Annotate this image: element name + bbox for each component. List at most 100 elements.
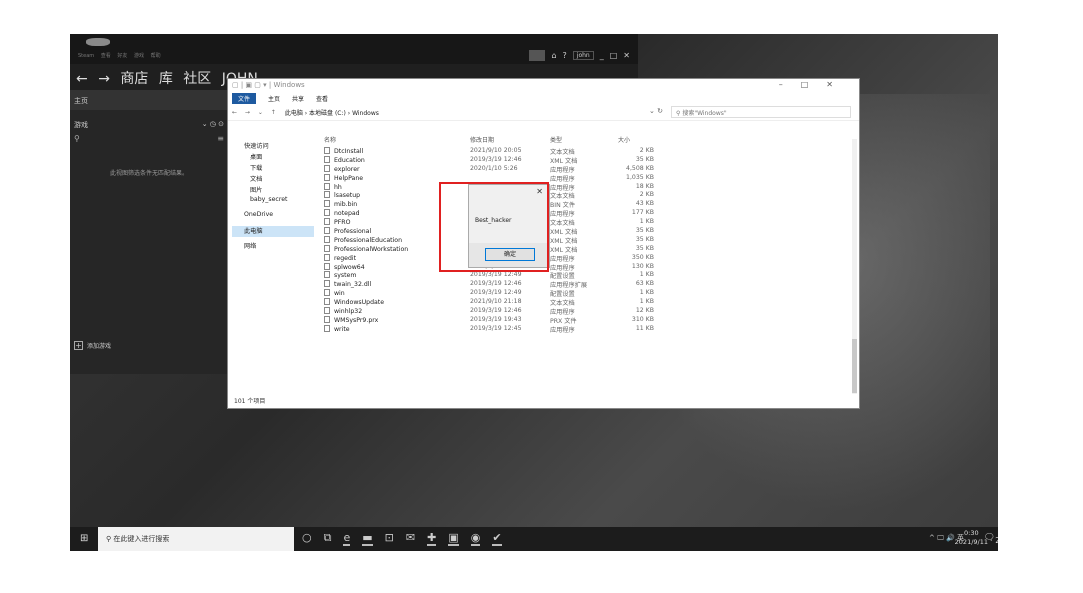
taskbar-search-placeholder: 在此键入进行搜索 <box>113 535 170 543</box>
bell-icon[interactable]: ⌂ <box>551 51 556 60</box>
file-type: 应用程序 <box>550 211 575 219</box>
help-icon[interactable]: ? <box>563 51 567 60</box>
file-name: splwow64 <box>324 262 365 271</box>
file-icon <box>324 253 330 261</box>
steam-taskbar-icon[interactable]: ◉ <box>470 531 481 546</box>
file-name: winhlp32 <box>324 307 362 315</box>
security-icon[interactable]: ✚ <box>427 531 437 546</box>
steam-menu-item[interactable]: Steam <box>78 53 94 59</box>
file-name: WindowsUpdate <box>324 298 384 306</box>
file-explorer-taskbar-icon[interactable]: ▬ <box>362 531 373 546</box>
windows-start-icon[interactable]: ⊞ <box>80 534 90 544</box>
back-arrow-icon[interactable]: ← <box>76 71 88 87</box>
nav-item-downloads[interactable]: 下载 <box>232 163 314 174</box>
file-row[interactable]: write 2019/3/19 12:45 应用程序 11 KB <box>324 324 664 334</box>
steam-window-controls: ⌂ ? john _ □ ✕ <box>529 50 630 61</box>
scrollbar-thumb[interactable] <box>852 339 857 393</box>
file-size: 2 KB <box>639 147 654 154</box>
maximize-icon[interactable]: □ <box>610 51 618 60</box>
file-icon <box>324 289 330 297</box>
steam-menu-item[interactable]: 帮助 <box>151 53 161 59</box>
steam-menu-item[interactable]: 游戏 <box>134 53 144 59</box>
file-row[interactable]: Education 2019/3/19 12:46 XML 文档 35 KB <box>324 155 664 165</box>
mail-icon[interactable]: ✉ <box>406 531 415 546</box>
games-filter[interactable]: 游戏 ⌄ ◷ ⊙ <box>70 118 228 132</box>
task-view-icon[interactable]: ⧉ <box>324 531 332 546</box>
nav-item-desktop[interactable]: 桌面 <box>232 152 314 163</box>
column-header-date[interactable]: 修改日期 <box>470 135 494 144</box>
steam-menu-item[interactable]: 好友 <box>117 53 127 59</box>
account-menu[interactable]: john <box>572 51 594 60</box>
plus-icon: + <box>74 341 83 350</box>
column-header-size[interactable]: 大小 <box>618 135 630 144</box>
steam-menu-item[interactable]: 查看 <box>101 53 111 59</box>
vertical-scrollbar[interactable] <box>852 139 857 394</box>
file-row[interactable]: explorer 2020/1/10 5:26 应用程序 4,508 KB <box>324 164 664 174</box>
status-bar-count: 101 个项目 <box>234 398 266 405</box>
file-size: 11 KB <box>635 324 654 332</box>
file-row[interactable]: WindowsUpdate 2021/9/10 21:18 文本文档 1 KB <box>324 298 664 307</box>
file-icon <box>324 218 330 226</box>
file-row[interactable]: system 2019/3/19 12:49 配置设置 1 KB <box>324 271 664 280</box>
file-size: 18 KB <box>635 182 654 190</box>
store-icon[interactable]: ⊡ <box>385 531 394 546</box>
file-type: 文本文档 <box>550 220 575 228</box>
cortana-icon[interactable]: ○ <box>302 531 312 546</box>
steam-topbar: Steam 查看 好友 游戏 帮助 ⌂ ? john _ □ ✕ <box>70 34 638 64</box>
nav-library[interactable]: 库 <box>159 71 173 87</box>
file-row[interactable]: win 2019/3/19 12:49 配置设置 1 KB <box>324 289 664 298</box>
file-icon <box>324 271 330 279</box>
nav-item-network[interactable]: 网络 <box>232 241 314 252</box>
file-icon <box>324 244 330 252</box>
breadcrumb[interactable]: 此电脑 › 本地磁盘 (C:) › Windows <box>285 108 379 117</box>
chevron-down-icon[interactable]: ⌄ ◷ ⊙ <box>202 120 224 130</box>
nav-store[interactable]: 商店 <box>120 71 148 87</box>
file-type: 应用程序 <box>550 166 575 174</box>
nav-item-pictures[interactable]: 图片 <box>232 185 314 196</box>
search-icon[interactable]: ⚲ <box>74 134 80 144</box>
library-search[interactable]: ⚲ ≡ <box>70 132 228 146</box>
notification-center-icon[interactable]: 🗨2 <box>984 533 998 545</box>
nav-item-baby-secret[interactable]: baby_secret <box>232 196 314 207</box>
minimize-icon[interactable]: _ <box>600 51 604 60</box>
forward-arrow-icon[interactable]: → <box>98 71 110 87</box>
window-controls[interactable]: –□✕ <box>779 80 851 89</box>
filter-icon[interactable]: ≡ <box>217 134 224 144</box>
taskbar: ⊞ ⚲ 在此键入进行搜索 ○ ⧉ e ▬ ⊡ ✉ ✚ ▣ ◉ ✔ ^ 🖵 🔊 英… <box>70 527 998 551</box>
file-size: 35 KB <box>635 155 654 163</box>
taskbar-search-box[interactable]: ⚲ 在此键入进行搜索 <box>98 527 294 551</box>
file-size: 2 KB <box>639 191 654 199</box>
file-row[interactable]: WMSysPr9.prx 2019/3/19 19:43 PRX 文件 310 KB <box>324 315 664 325</box>
file-type: 文本文档 <box>550 149 575 156</box>
edge-icon[interactable]: e <box>343 531 351 546</box>
column-header-type[interactable]: 类型 <box>550 135 562 144</box>
tab-view[interactable]: 查看 <box>316 94 328 103</box>
file-icon <box>324 155 330 163</box>
nav-item-this-pc[interactable]: 此电脑 <box>232 226 314 237</box>
nav-item-documents[interactable]: 文档 <box>232 174 314 185</box>
nav-item-quick-access[interactable]: 快速访问 <box>232 141 314 152</box>
quick-access-toolbar-icon[interactable]: ▢ | ▣ ▢ ▾ | <box>232 81 273 89</box>
refresh-icon[interactable]: ⌄ ↻ <box>649 107 663 115</box>
notification-icon[interactable] <box>529 50 546 61</box>
file-row[interactable]: DtcInstall 2021/9/10 20:05 文本文档 2 KB <box>324 147 664 156</box>
games-label: 游戏 <box>74 121 88 129</box>
add-game-button[interactable]: + 添加游戏 <box>74 341 111 350</box>
file-row[interactable]: twain_32.dll 2019/3/19 12:46 应用程序扩展 63 KB <box>324 280 664 289</box>
nav-arrows-icon[interactable]: ← → ⌄ ↑ <box>232 109 279 116</box>
checkmark-app-icon[interactable]: ✔ <box>492 531 502 546</box>
file-type: 应用程序 <box>550 309 575 317</box>
nav-community[interactable]: 社区 <box>183 71 211 87</box>
nav-item-onedrive[interactable]: OneDrive <box>232 211 314 222</box>
file-name: write <box>324 324 350 333</box>
close-icon[interactable]: ✕ <box>623 51 630 60</box>
file-row[interactable]: winhlp32 2019/3/19 12:46 应用程序 12 KB <box>324 307 664 316</box>
home-item[interactable]: 主页 <box>70 90 228 110</box>
search-input[interactable]: ⚲ 搜索"Windows" <box>671 106 851 118</box>
file-icon <box>324 164 330 172</box>
column-header-name[interactable]: 名称 <box>324 135 336 144</box>
tab-home[interactable]: 主页 <box>268 94 280 103</box>
tab-file[interactable]: 文件 <box>232 92 257 104</box>
tab-share[interactable]: 共享 <box>292 94 304 103</box>
app-window-icon[interactable]: ▣ <box>448 531 459 546</box>
